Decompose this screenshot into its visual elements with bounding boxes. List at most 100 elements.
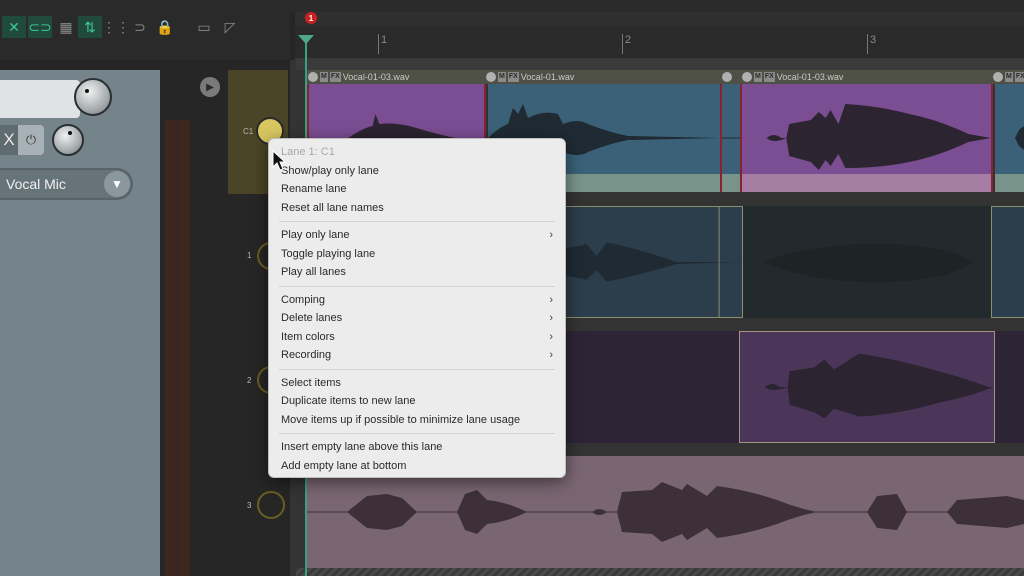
ruler-divider — [295, 58, 1024, 70]
toolbar: ✕ ⊂⊃ ▦ ⇅ ⋮⋮ ⊃ 🔒 ▭ ◸ — [0, 0, 290, 60]
menu-item-label: Rename lane — [281, 183, 347, 195]
item-title[interactable]: M FX Vocal-01-03.wav — [308, 70, 409, 84]
menu-item-label: Item colors — [281, 330, 335, 343]
menu-item-show-play-only-lane[interactable]: Show/play only lane — [269, 162, 565, 181]
item-pin-icon[interactable] — [486, 72, 496, 82]
menu-item-toggle-playing-lane[interactable]: Toggle playing lane — [269, 245, 565, 264]
comp-item[interactable] — [720, 84, 740, 192]
item-title[interactable]: M FX Vocal-01.wav — [486, 70, 574, 84]
menu-item-label: Comping — [281, 293, 326, 306]
menu-item-play-only-lane[interactable]: Play only lane › — [269, 226, 565, 245]
menu-item-move-items-up-if-possible-to-minimize-lane-usage[interactable]: Move items up if possible to minimize la… — [269, 411, 565, 430]
item-pin-icon[interactable] — [722, 72, 732, 82]
menu-item-label: Show/play only lane — [281, 164, 379, 177]
bar-label: 2 — [625, 34, 632, 46]
waveform-ghost — [763, 243, 973, 283]
fx-button[interactable]: FX — [329, 72, 341, 82]
mute-button[interactable]: M — [1005, 72, 1013, 82]
item-title[interactable]: M FX Vocal-01-03.wav — [742, 70, 843, 84]
item-name: Vocal-01-03.wav — [776, 72, 844, 82]
input-select-label: Vocal Mic — [6, 176, 66, 192]
menu-item-label: Add empty lane at bottom — [281, 459, 407, 472]
bar-label: 3 — [870, 34, 877, 46]
track-name-field[interactable] — [0, 80, 80, 118]
menu-item-insert-empty-lane-above-this-lane[interactable]: Insert empty lane above this lane — [269, 438, 565, 457]
lane-empty-region[interactable] — [743, 206, 991, 318]
item-title[interactable] — [722, 70, 732, 84]
item-title[interactable]: M FX — [993, 70, 1024, 84]
menu-item-label: Select items — [281, 376, 341, 389]
comp-item[interactable] — [995, 84, 1024, 192]
menu-item-comping[interactable]: Comping › — [269, 291, 565, 310]
playhead-handle[interactable] — [298, 35, 314, 44]
horizontal-scrollbar[interactable] — [296, 568, 1024, 576]
lane-item[interactable] — [739, 331, 995, 443]
menu-separator — [279, 285, 555, 287]
bar-label: 1 — [381, 34, 388, 46]
meter-left — [165, 120, 177, 576]
volume-knob[interactable] — [74, 78, 112, 116]
region-lane[interactable] — [295, 12, 1024, 26]
menu-separator — [279, 221, 555, 222]
waveform — [995, 126, 1024, 192]
menu-item-play-all-lanes[interactable]: Play all lanes — [269, 263, 565, 282]
menu-item-duplicate-items-to-new-lane[interactable]: Duplicate items to new lane — [269, 392, 565, 411]
menu-item-select-items[interactable]: Select items — [269, 374, 565, 393]
ripple-edit-icon[interactable]: ✕ — [2, 16, 26, 38]
lane-item[interactable] — [991, 206, 1024, 318]
fx-button[interactable]: X — [0, 125, 18, 155]
item-pin-icon[interactable] — [742, 72, 752, 82]
mute-button[interactable]: M — [498, 72, 506, 82]
link-icon[interactable]: ⊂⊃ — [28, 16, 52, 38]
timeline-ruler[interactable] — [295, 26, 1024, 58]
menu-item-label: Recording — [281, 349, 332, 361]
take-header-bar — [306, 70, 1024, 84]
menu-item-item-colors[interactable]: Item colors › — [269, 328, 565, 347]
loop-icon[interactable]: ⊃ — [128, 16, 152, 38]
lane-label: C1 — [243, 127, 254, 136]
chevron-right-icon: › — [549, 349, 553, 361]
item-name: Vocal-01.wav — [520, 72, 575, 82]
bar-tick — [378, 34, 379, 54]
fx-button[interactable]: FX — [1014, 72, 1024, 82]
pan-knob[interactable] — [52, 124, 84, 156]
daw-window: ✕ ⊂⊃ ▦ ⇅ ⋮⋮ ⊃ 🔒 ▭ ◸ 1 2 3 X ⏻ Vocal Mic ▼ ▶ C1 1… — [0, 0, 1024, 576]
marker-1[interactable]: 1 — [305, 12, 317, 24]
snap-grid-icon[interactable]: ⋮⋮ — [102, 16, 130, 38]
menu-item-delete-lanes[interactable]: Delete lanes › — [269, 309, 565, 328]
mute-button[interactable]: M — [320, 72, 328, 82]
fx-button[interactable]: FX — [763, 72, 775, 82]
lane-play-button-3[interactable] — [257, 491, 285, 519]
bar-tick — [622, 34, 623, 54]
menu-groups: Show/play only lane Rename lane Reset all … — [269, 162, 565, 476]
fx-button[interactable]: FX — [507, 72, 519, 82]
lock-icon[interactable]: 🔒 — [153, 16, 177, 38]
select-region-icon[interactable]: ▭ — [192, 16, 216, 38]
lane-label: 3 — [247, 501, 252, 510]
menu-item-add-empty-lane-at-bottom[interactable]: Add empty lane at bottom — [269, 457, 565, 476]
menu-item-reset-all-lane-names[interactable]: Reset all lane names — [269, 199, 565, 218]
comp-item[interactable] — [740, 84, 993, 192]
menu-separator — [279, 433, 555, 434]
bar-tick — [867, 34, 868, 54]
group-link-icon[interactable]: ⇅ — [78, 16, 102, 38]
meter-right — [178, 120, 190, 576]
mute-button[interactable]: M — [754, 72, 762, 82]
menu-item-label: Insert empty lane above this lane — [281, 441, 443, 453]
fx-bypass-power-icon[interactable]: ⏻ — [18, 125, 44, 155]
menu-item-label: Toggle playing lane — [281, 247, 376, 260]
play-icon[interactable]: ▶ — [200, 77, 220, 97]
menu-item-recording[interactable]: Recording › — [269, 346, 565, 365]
menu-item-rename-lane[interactable]: Rename lane — [269, 180, 565, 199]
waveform — [740, 353, 994, 419]
marker-lane[interactable] — [290, 0, 1024, 12]
chevron-down-icon[interactable]: ▼ — [104, 171, 130, 197]
mouse-cursor-icon — [272, 150, 287, 171]
waveform — [742, 104, 991, 192]
grid-icon[interactable]: ▦ — [54, 16, 78, 38]
chevron-right-icon: › — [549, 229, 553, 241]
item-pin-icon[interactable] — [308, 72, 318, 82]
item-pin-icon[interactable] — [993, 72, 1003, 82]
ruler-icon[interactable]: ◸ — [218, 16, 242, 38]
chevron-right-icon: › — [549, 312, 553, 324]
